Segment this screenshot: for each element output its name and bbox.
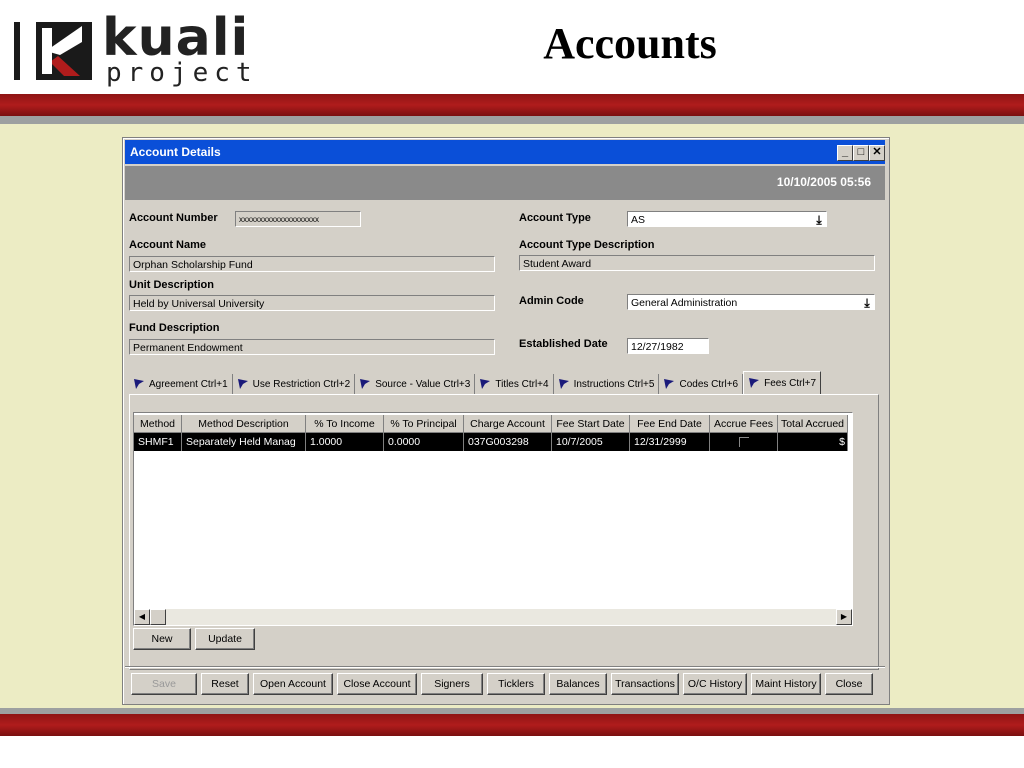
account-number-field[interactable]: xxxxxxxxxxxxxxxxxxxx bbox=[235, 211, 361, 227]
update-button[interactable]: Update bbox=[195, 628, 255, 650]
column-header[interactable]: % To Income bbox=[306, 415, 384, 433]
admin-code-label: Admin Code bbox=[519, 295, 584, 307]
account-name-field[interactable]: Orphan Scholarship Fund bbox=[129, 256, 495, 272]
tab-codes[interactable]: Codes Ctrl+6 bbox=[659, 374, 744, 394]
ticklers-button[interactable]: Ticklers bbox=[487, 673, 545, 695]
maximize-icon: □ bbox=[857, 146, 865, 158]
kuali-logo: kuali project bbox=[14, 8, 254, 88]
column-header[interactable]: Charge Account bbox=[464, 415, 552, 433]
top-grey-band bbox=[0, 116, 1024, 124]
account-type-label: Account Type bbox=[519, 212, 591, 224]
unit-description-label: Unit Description bbox=[129, 279, 214, 291]
flag-icon bbox=[480, 379, 491, 389]
table-row[interactable]: SHMF1 Separately Held Manag 1.0000 0.000… bbox=[134, 433, 848, 451]
transactions-button[interactable]: Transactions bbox=[611, 673, 679, 695]
cell-charge-account: 037G003298 bbox=[464, 433, 552, 451]
slide-title: Accounts bbox=[543, 19, 717, 68]
column-header[interactable]: % To Principal bbox=[384, 415, 464, 433]
column-header[interactable]: Total Accrued bbox=[778, 415, 848, 433]
horizontal-scrollbar[interactable]: ◀ ▶ bbox=[134, 609, 852, 625]
established-date-label: Established Date bbox=[519, 338, 608, 350]
logo-project-text: project bbox=[106, 58, 258, 88]
fees-grid[interactable]: Method Method Description % To Income % … bbox=[133, 412, 853, 626]
date-bar: 10/10/2005 05:56 bbox=[125, 166, 885, 200]
current-datetime: 10/10/2005 05:56 bbox=[776, 175, 871, 189]
tab-use-restriction[interactable]: Use Restriction Ctrl+2 bbox=[233, 374, 356, 394]
scroll-thumb[interactable] bbox=[150, 609, 166, 625]
tab-instructions[interactable]: Instructions Ctrl+5 bbox=[554, 374, 660, 394]
tab-label: Titles Ctrl+4 bbox=[495, 378, 549, 390]
admin-code-dropdown-icon[interactable]: ⤓ bbox=[859, 295, 875, 311]
tab-fees[interactable]: Fees Ctrl+7 bbox=[743, 371, 822, 394]
account-type-select[interactable]: AS bbox=[627, 211, 827, 227]
account-type-description-label: Account Type Description bbox=[519, 239, 655, 251]
cell-accrue-fees bbox=[710, 433, 778, 451]
tab-label: Use Restriction Ctrl+2 bbox=[252, 378, 351, 390]
oc-history-button[interactable]: O/C History bbox=[683, 673, 747, 695]
cell-method: SHMF1 bbox=[134, 433, 182, 451]
tab-label: Fees Ctrl+7 bbox=[764, 377, 817, 389]
flag-icon bbox=[134, 379, 144, 389]
close-icon: ✕ bbox=[872, 146, 882, 158]
account-type-description-field[interactable]: Student Award bbox=[519, 255, 875, 271]
tab-label: Agreement Ctrl+1 bbox=[149, 378, 228, 390]
cell-fee-start-date: 10/7/2005 bbox=[552, 433, 630, 451]
unit-description-field[interactable]: Held by Universal University bbox=[129, 295, 495, 311]
window-titlebar[interactable]: Account Details _ □ ✕ bbox=[125, 140, 885, 164]
close-window-button[interactable]: ✕ bbox=[869, 145, 885, 161]
cell-to-principal: 0.0000 bbox=[384, 433, 464, 451]
fund-description-field[interactable]: Permanent Endowment bbox=[129, 339, 495, 355]
scroll-left-icon[interactable]: ◀ bbox=[134, 609, 150, 625]
column-header[interactable]: Fee Start Date bbox=[552, 415, 630, 433]
logo-bar bbox=[14, 22, 20, 80]
minimize-button[interactable]: _ bbox=[837, 145, 853, 161]
cell-fee-end-date: 12/31/2999 bbox=[630, 433, 710, 451]
reset-button[interactable]: Reset bbox=[201, 673, 249, 695]
maximize-button[interactable]: □ bbox=[853, 145, 869, 161]
admin-code-select[interactable]: General Administration bbox=[627, 294, 875, 310]
column-header[interactable]: Fee End Date bbox=[630, 415, 710, 433]
fund-description-label: Fund Description bbox=[129, 322, 220, 334]
column-header[interactable]: Accrue Fees bbox=[710, 415, 778, 433]
flag-icon bbox=[749, 378, 760, 388]
tab-strip: Agreement Ctrl+1 Use Restriction Ctrl+2 … bbox=[129, 371, 822, 394]
close-account-button[interactable]: Close Account bbox=[337, 673, 417, 695]
flag-icon bbox=[360, 379, 371, 389]
minimize-icon: _ bbox=[841, 146, 849, 158]
bottom-red-band bbox=[0, 714, 1024, 736]
account-name-label: Account Name bbox=[129, 239, 207, 251]
cell-to-income: 1.0000 bbox=[306, 433, 384, 451]
account-number-label: Account Number bbox=[129, 212, 218, 224]
tab-label: Codes Ctrl+6 bbox=[679, 378, 739, 390]
save-button[interactable]: Save bbox=[131, 673, 197, 695]
logo-k-icon bbox=[36, 22, 92, 80]
cell-total-accrued: $ bbox=[778, 433, 848, 451]
new-button[interactable]: New bbox=[133, 628, 191, 650]
grid-header-row: Method Method Description % To Income % … bbox=[134, 415, 848, 433]
tab-source-value[interactable]: Source - Value Ctrl+3 bbox=[355, 374, 476, 394]
account-details-window: Account Details _ □ ✕ 10/10/2005 05:56 A… bbox=[122, 137, 890, 705]
maint-history-button[interactable]: Maint History bbox=[751, 673, 821, 695]
top-red-band bbox=[0, 94, 1024, 116]
close-button[interactable]: Close bbox=[825, 673, 873, 695]
open-account-button[interactable]: Open Account bbox=[253, 673, 333, 695]
tab-titles[interactable]: Titles Ctrl+4 bbox=[475, 374, 554, 394]
accrue-fees-checkbox[interactable] bbox=[738, 437, 749, 447]
balances-button[interactable]: Balances bbox=[549, 673, 607, 695]
signers-button[interactable]: Signers bbox=[421, 673, 483, 695]
tab-label: Instructions Ctrl+5 bbox=[573, 378, 655, 390]
tab-label: Source - Value Ctrl+3 bbox=[375, 378, 471, 390]
flag-icon bbox=[664, 379, 675, 389]
window-title: Account Details bbox=[130, 145, 221, 159]
account-type-dropdown-icon[interactable]: ⤓ bbox=[811, 212, 827, 228]
cell-method-description: Separately Held Manag bbox=[182, 433, 306, 451]
tab-agreement[interactable]: Agreement Ctrl+1 bbox=[129, 374, 233, 394]
flag-icon bbox=[237, 379, 248, 389]
scroll-right-icon[interactable]: ▶ bbox=[836, 609, 852, 625]
column-header[interactable]: Method Description bbox=[182, 415, 306, 433]
established-date-field[interactable]: 12/27/1982 bbox=[627, 338, 709, 354]
flag-icon bbox=[558, 379, 569, 389]
column-header[interactable]: Method bbox=[134, 415, 182, 433]
